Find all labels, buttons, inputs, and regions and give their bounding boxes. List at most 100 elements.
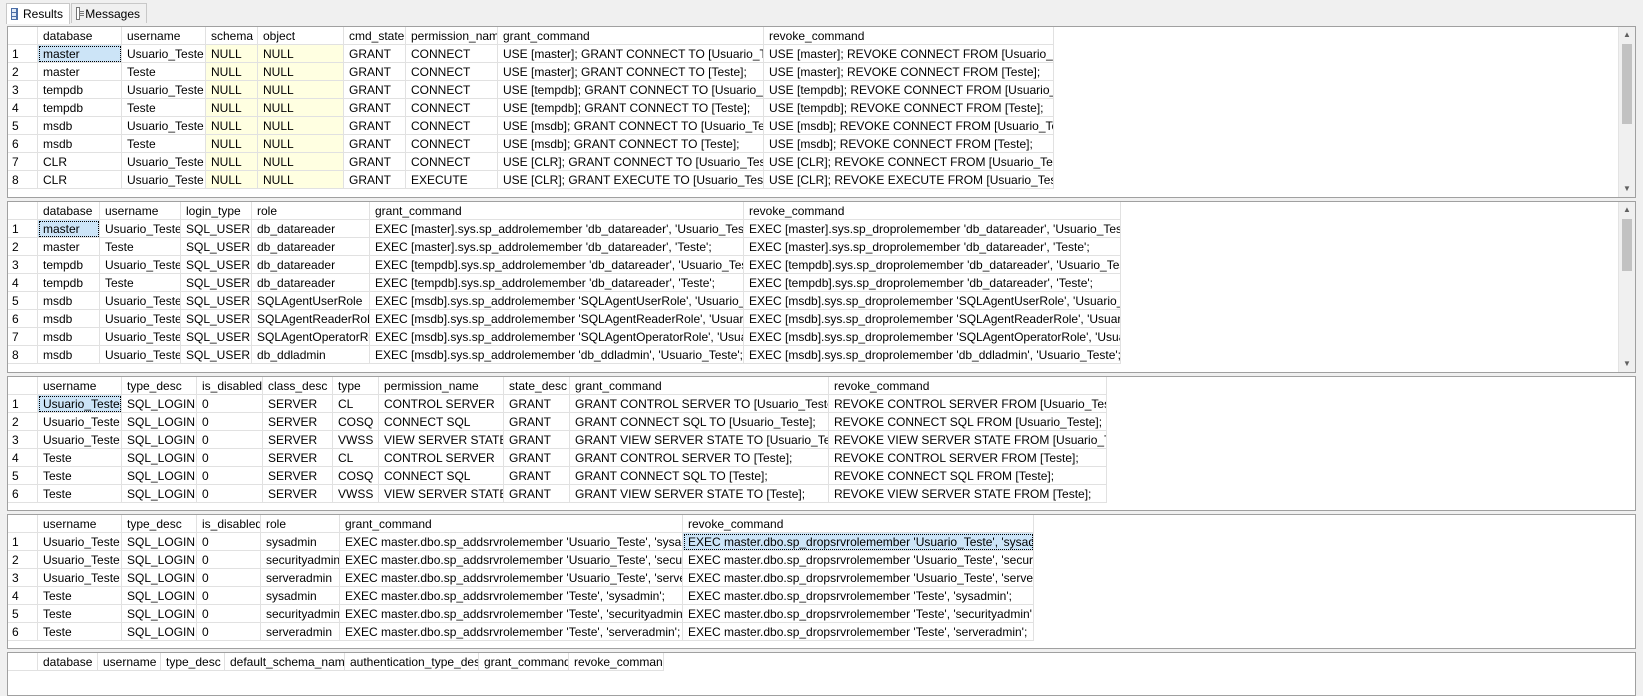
grid-cell[interactable]: CONNECT SQL bbox=[379, 467, 504, 485]
grid-cell[interactable]: serveradmin bbox=[261, 569, 340, 587]
row-number[interactable]: 5 bbox=[8, 605, 38, 623]
grid-cell[interactable]: Teste bbox=[100, 274, 181, 292]
result-grid-2[interactable]: database username login_type role grant_comm… bbox=[7, 201, 1636, 373]
grid-cell[interactable]: SQL_LOGIN bbox=[122, 569, 197, 587]
grid-cell[interactable]: CONNECT bbox=[406, 117, 498, 135]
table-row[interactable]: 5 Teste SQL_LOGIN 0 SERVER COSQ CONNECT SQL GRA… bbox=[8, 467, 1107, 485]
grid-cell[interactable]: Usuario_Teste bbox=[100, 292, 181, 310]
grid-cell[interactable]: EXEC master.dbo.sp_dropsrvrolemember 'Us… bbox=[683, 533, 1034, 551]
grid-cell[interactable]: msdb bbox=[38, 292, 100, 310]
scroll-down-icon[interactable]: ▼ bbox=[1619, 181, 1635, 197]
grid-cell[interactable]: 0 bbox=[197, 587, 261, 605]
table-row[interactable]: 3 tempdb Usuario_Teste SQL_USER db_datareade… bbox=[8, 256, 1121, 274]
grid-cell[interactable]: NULL bbox=[206, 45, 258, 63]
table-row[interactable]: 5 Teste SQL_LOGIN 0 securityadmin EXEC master… bbox=[8, 605, 1034, 623]
grid-cell[interactable]: REVOKE CONTROL SERVER FROM [Usuario_Test… bbox=[829, 395, 1107, 413]
grid-cell[interactable]: GRANT CONNECT SQL TO [Teste]; bbox=[570, 467, 829, 485]
grid-cell[interactable]: SQL_LOGIN bbox=[122, 533, 197, 551]
grid-cell[interactable]: EXEC [msdb].sys.sp_addrolemember 'SQLAge… bbox=[370, 310, 744, 328]
row-number[interactable]: 8 bbox=[8, 346, 38, 364]
grid-cell[interactable]: SQL_LOGIN bbox=[122, 395, 197, 413]
grid-cell[interactable]: NULL bbox=[206, 63, 258, 81]
grid-cell[interactable]: EXEC master.dbo.sp_addsrvrolemember 'Usu… bbox=[340, 569, 683, 587]
table-row[interactable]: 6 msdb Teste NULL NULL GRANT CONNECT USE [msdb]… bbox=[8, 135, 1054, 153]
row-number[interactable]: 5 bbox=[8, 117, 38, 135]
grid-cell[interactable]: Usuario_Teste bbox=[38, 413, 122, 431]
row-number-header[interactable] bbox=[8, 27, 38, 45]
grid-cell[interactable]: db_datareader bbox=[252, 220, 370, 238]
grid-cell[interactable]: EXEC [master].sys.sp_droprolemember 'db_… bbox=[744, 220, 1121, 238]
grid-cell[interactable]: SQL_LOGIN bbox=[122, 413, 197, 431]
grid-cell[interactable]: EXEC [msdb].sys.sp_addrolemember 'db_ddl… bbox=[370, 346, 744, 364]
grid-cell[interactable]: SQL_LOGIN bbox=[122, 551, 197, 569]
grid-cell[interactable]: Usuario_Teste bbox=[38, 569, 122, 587]
row-number[interactable]: 2 bbox=[8, 238, 38, 256]
grid-cell[interactable]: USE [CLR]; REVOKE CONNECT FROM [Usuario_… bbox=[764, 153, 1054, 171]
row-number[interactable]: 2 bbox=[8, 63, 38, 81]
grid-cell[interactable]: EXEC [msdb].sys.sp_droprolemember 'SQLAg… bbox=[744, 310, 1121, 328]
grid-cell[interactable]: EXEC [msdb].sys.sp_addrolemember 'SQLAge… bbox=[370, 292, 744, 310]
grid-cell[interactable]: USE [tempdb]; GRANT CONNECT TO [Teste]; bbox=[498, 99, 764, 117]
table-row[interactable]: 3 Usuario_Teste SQL_LOGIN 0 serveradmin EXEC … bbox=[8, 569, 1034, 587]
grid-cell[interactable]: EXEC master.dbo.sp_dropsrvrolemember 'Te… bbox=[683, 587, 1034, 605]
column-header-username[interactable]: username bbox=[38, 377, 122, 395]
column-header-username[interactable]: username bbox=[122, 27, 206, 45]
grid-cell[interactable]: SQL_LOGIN bbox=[122, 449, 197, 467]
column-header-role[interactable]: role bbox=[252, 202, 370, 220]
grid-cell[interactable]: GRANT bbox=[344, 153, 406, 171]
column-header-permission-name[interactable]: permission_name bbox=[379, 377, 504, 395]
row-number[interactable]: 3 bbox=[8, 431, 38, 449]
column-header-grant-command[interactable]: grant_command bbox=[479, 653, 569, 671]
grid-cell[interactable]: NULL bbox=[258, 99, 344, 117]
grid-cell[interactable]: USE [tempdb]; REVOKE CONNECT FROM [Teste… bbox=[764, 99, 1054, 117]
grid-cell[interactable]: NULL bbox=[258, 81, 344, 99]
grid-cell[interactable]: GRANT bbox=[504, 485, 570, 503]
column-header-cmd-state[interactable]: cmd_state bbox=[344, 27, 406, 45]
column-header-username[interactable]: username bbox=[98, 653, 161, 671]
grid-cell[interactable]: Usuario_Teste bbox=[100, 220, 181, 238]
grid-cell[interactable]: USE [msdb]; REVOKE CONNECT FROM [Teste]; bbox=[764, 135, 1054, 153]
grid-cell[interactable]: sysadmin bbox=[261, 587, 340, 605]
table-row[interactable]: 4 tempdb Teste NULL NULL GRANT CONNECT USE [tem… bbox=[8, 99, 1054, 117]
table-row[interactable]: 8 CLR Usuario_Teste NULL NULL GRANT EXECUTE USE… bbox=[8, 171, 1054, 189]
grid-cell[interactable]: SQL_USER bbox=[181, 256, 252, 274]
grid-cell[interactable]: 0 bbox=[197, 395, 263, 413]
grid-cell[interactable]: msdb bbox=[38, 310, 100, 328]
grid-cell[interactable]: NULL bbox=[206, 117, 258, 135]
row-number-header[interactable] bbox=[8, 653, 38, 671]
row-number[interactable]: 1 bbox=[8, 220, 38, 238]
grid-cell[interactable]: SQL_USER bbox=[181, 310, 252, 328]
grid-cell[interactable]: CONNECT bbox=[406, 135, 498, 153]
table-row[interactable]: 5 msdb Usuario_Teste SQL_USER SQLAgentUserRo… bbox=[8, 292, 1121, 310]
grid-cell[interactable]: USE [master]; GRANT CONNECT TO [Usuario_… bbox=[498, 45, 764, 63]
column-header-database[interactable]: database bbox=[38, 202, 100, 220]
grid-cell[interactable]: GRANT bbox=[504, 431, 570, 449]
grid-cell[interactable]: EXEC master.dbo.sp_addsrvrolemember 'Tes… bbox=[340, 605, 683, 623]
grid-cell[interactable]: USE [CLR]; GRANT CONNECT TO [Usuario_Tes… bbox=[498, 153, 764, 171]
grid-cell[interactable]: db_datareader bbox=[252, 274, 370, 292]
grid-cell[interactable]: CONNECT bbox=[406, 153, 498, 171]
column-header-is-disabled[interactable]: is_disabled bbox=[197, 377, 263, 395]
grid-cell[interactable]: db_datareader bbox=[252, 238, 370, 256]
grid-cell[interactable]: SQL_LOGIN bbox=[122, 431, 197, 449]
grid-cell[interactable]: EXEC master.dbo.sp_addsrvrolemember 'Usu… bbox=[340, 533, 683, 551]
grid-cell[interactable]: EXEC [tempdb].sys.sp_droprolemember 'db_… bbox=[744, 256, 1121, 274]
grid-cell[interactable]: EXEC master.dbo.sp_dropsrvrolemember 'Us… bbox=[683, 551, 1034, 569]
column-header-grant-command[interactable]: grant_command bbox=[370, 202, 744, 220]
grid-cell[interactable]: Usuario_Teste bbox=[100, 310, 181, 328]
grid-cell[interactable]: Usuario_Teste bbox=[38, 551, 122, 569]
grid-cell[interactable]: GRANT bbox=[504, 467, 570, 485]
row-number[interactable]: 3 bbox=[8, 569, 38, 587]
grid-cell[interactable]: SQLAgentReaderRole bbox=[252, 310, 370, 328]
grid-cell[interactable]: NULL bbox=[206, 81, 258, 99]
grid-cell[interactable]: REVOKE VIEW SERVER STATE FROM [Usuario_T… bbox=[829, 431, 1107, 449]
grid-cell[interactable]: CL bbox=[333, 449, 379, 467]
grid-cell[interactable]: SQL_USER bbox=[181, 292, 252, 310]
row-number[interactable]: 1 bbox=[8, 533, 38, 551]
table-row[interactable]: 3 Usuario_Teste SQL_LOGIN 0 SERVER VWSS VIEW S… bbox=[8, 431, 1107, 449]
grid-cell[interactable]: USE [CLR]; GRANT EXECUTE TO [Usuario_Tes… bbox=[498, 171, 764, 189]
grid-cell[interactable]: SQL_USER bbox=[181, 328, 252, 346]
grid-cell[interactable]: USE [msdb]; GRANT CONNECT TO [Usuario_Te… bbox=[498, 117, 764, 135]
result-grid-3[interactable]: username type_desc is_disabled class_desc ty… bbox=[7, 376, 1636, 511]
table-row[interactable]: 2 master Teste NULL NULL GRANT CONNECT USE [mas… bbox=[8, 63, 1054, 81]
